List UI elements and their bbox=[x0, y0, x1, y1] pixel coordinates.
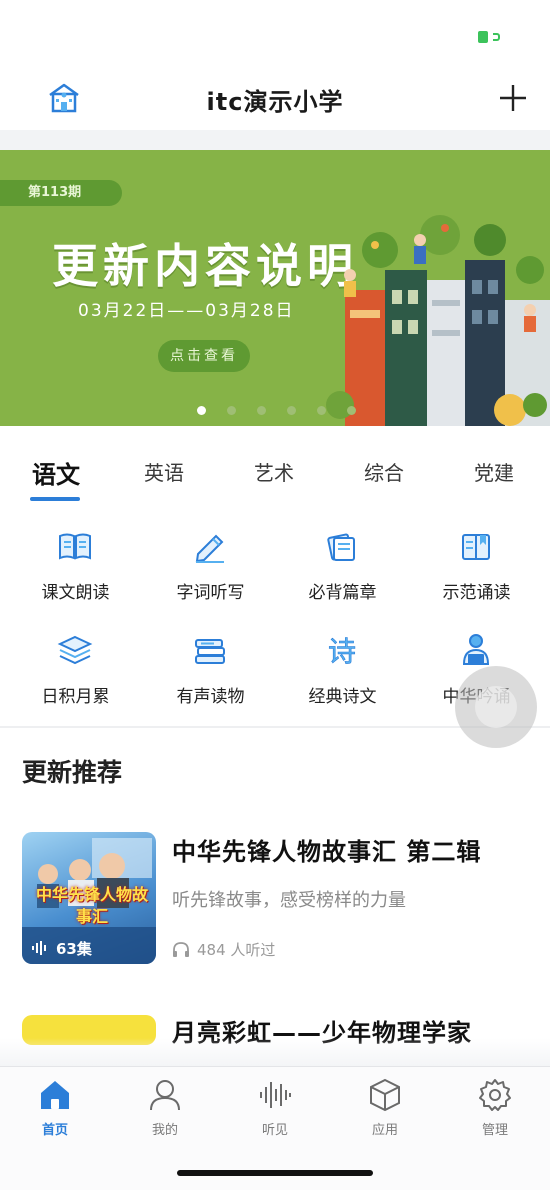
subject-tabs: 语文 英语 艺术 综合 党建 bbox=[0, 445, 550, 505]
headphones-icon bbox=[173, 942, 189, 957]
recommended-item-title: 中华先锋人物故事汇 第二辑 bbox=[172, 838, 482, 866]
grid-item-label: 日积月累 bbox=[41, 687, 110, 707]
status-bar bbox=[0, 0, 550, 70]
tabbar-item-listen[interactable]: 听见 bbox=[220, 1077, 330, 1138]
grid-item-label: 课文朗读 bbox=[41, 583, 110, 603]
tab-chinese[interactable]: 语文 bbox=[32, 455, 80, 490]
grid-item-label: 示范诵读 bbox=[442, 583, 511, 603]
tabbar-label: 听见 bbox=[261, 1123, 288, 1138]
home-icon bbox=[41, 1081, 69, 1109]
home-indicator[interactable] bbox=[177, 1170, 373, 1176]
add-icon[interactable] bbox=[498, 83, 528, 113]
svg-text:诗: 诗 bbox=[328, 635, 356, 668]
gear-icon bbox=[479, 1079, 511, 1111]
grid-item-label: 必背篇章 bbox=[308, 583, 377, 603]
banner-headline: 更新内容说明 bbox=[52, 239, 358, 293]
book-stack-icon bbox=[195, 639, 225, 664]
carousel-dot[interactable] bbox=[257, 406, 267, 415]
grid-item-text-reading[interactable]: 课文朗读 bbox=[7, 520, 144, 610]
grid-item-must-recite[interactable]: 必背篇章 bbox=[274, 520, 411, 610]
layers-icon bbox=[57, 635, 93, 665]
books-illustration bbox=[326, 215, 550, 426]
grid-item-label: 字词听写 bbox=[176, 583, 245, 603]
tabbar-label: 应用 bbox=[371, 1123, 398, 1138]
audio-wave-icon bbox=[32, 941, 46, 955]
audio-wave-icon bbox=[260, 1082, 291, 1108]
recommended-item-description: 听先锋故事，感受榜样的力量 bbox=[172, 890, 406, 911]
grid-item-classic-poems[interactable]: 诗 经典诗文 bbox=[274, 624, 411, 714]
poem-icon: 诗 bbox=[328, 635, 357, 668]
cover-title: 中华先锋人物故事汇 bbox=[35, 885, 148, 926]
grid-item-model-reading[interactable]: 示范诵读 bbox=[408, 520, 545, 610]
tab-general[interactable]: 综合 bbox=[364, 457, 404, 486]
app-header: itc演示小学 bbox=[0, 70, 550, 130]
floating-assistive-button[interactable] bbox=[455, 666, 537, 748]
issue-badge: 第113期 bbox=[0, 180, 122, 206]
tabbar-item-manage[interactable]: 管理 bbox=[440, 1077, 550, 1138]
grid-item-label: 经典诗文 bbox=[308, 687, 377, 707]
tab-english[interactable]: 英语 bbox=[144, 457, 184, 486]
tabbar-item-mine[interactable]: 我的 bbox=[110, 1077, 220, 1138]
grid-item-audio-books[interactable]: 有声读物 bbox=[142, 624, 279, 714]
carousel-dot[interactable] bbox=[197, 406, 206, 415]
page-title: itc演示小学 bbox=[206, 88, 344, 116]
reciter-icon bbox=[462, 634, 490, 665]
tabbar-label: 首页 bbox=[41, 1123, 68, 1138]
book-open-icon bbox=[59, 533, 91, 560]
episode-count: 63集 bbox=[56, 940, 92, 958]
divider bbox=[0, 130, 550, 150]
grid-item-dictation[interactable]: 字词听写 bbox=[142, 520, 279, 610]
pencil-icon bbox=[195, 534, 224, 563]
tabbar-label: 我的 bbox=[151, 1123, 178, 1138]
tab-party[interactable]: 党建 bbox=[474, 457, 514, 486]
cube-icon bbox=[370, 1078, 400, 1112]
battery-icon bbox=[478, 31, 502, 43]
user-icon bbox=[150, 1080, 180, 1111]
carousel-dot[interactable] bbox=[227, 406, 237, 415]
grid-item-daily-accumulation[interactable]: 日积月累 bbox=[7, 624, 144, 714]
book-bookmark-icon bbox=[462, 534, 490, 560]
section-title: 更新推荐 bbox=[22, 758, 123, 787]
grid-item-label: 有声读物 bbox=[176, 687, 245, 707]
promo-banner[interactable]: 第113期 更新内容说明 03月22日——03月28日 点击查看 bbox=[0, 150, 550, 426]
listener-count: 484 人听过 bbox=[197, 941, 276, 959]
tabbar-label: 管理 bbox=[481, 1123, 508, 1138]
tabbar-item-home[interactable]: 首页 bbox=[0, 1077, 110, 1138]
album-cover: 中华先锋人物故事汇 63集 bbox=[22, 832, 156, 964]
tab-arts[interactable]: 艺术 bbox=[254, 457, 294, 486]
banner-cta-button[interactable]: 点击查看 bbox=[158, 340, 250, 372]
tabbar-item-apps[interactable]: 应用 bbox=[330, 1077, 440, 1138]
carousel-dot[interactable] bbox=[287, 406, 297, 415]
active-tab-indicator bbox=[30, 497, 80, 501]
banner-date-range: 03月22日——03月28日 bbox=[78, 301, 295, 321]
carousel-dots[interactable] bbox=[197, 400, 372, 415]
scroll-fade bbox=[0, 1038, 550, 1066]
books-icon bbox=[327, 533, 355, 561]
